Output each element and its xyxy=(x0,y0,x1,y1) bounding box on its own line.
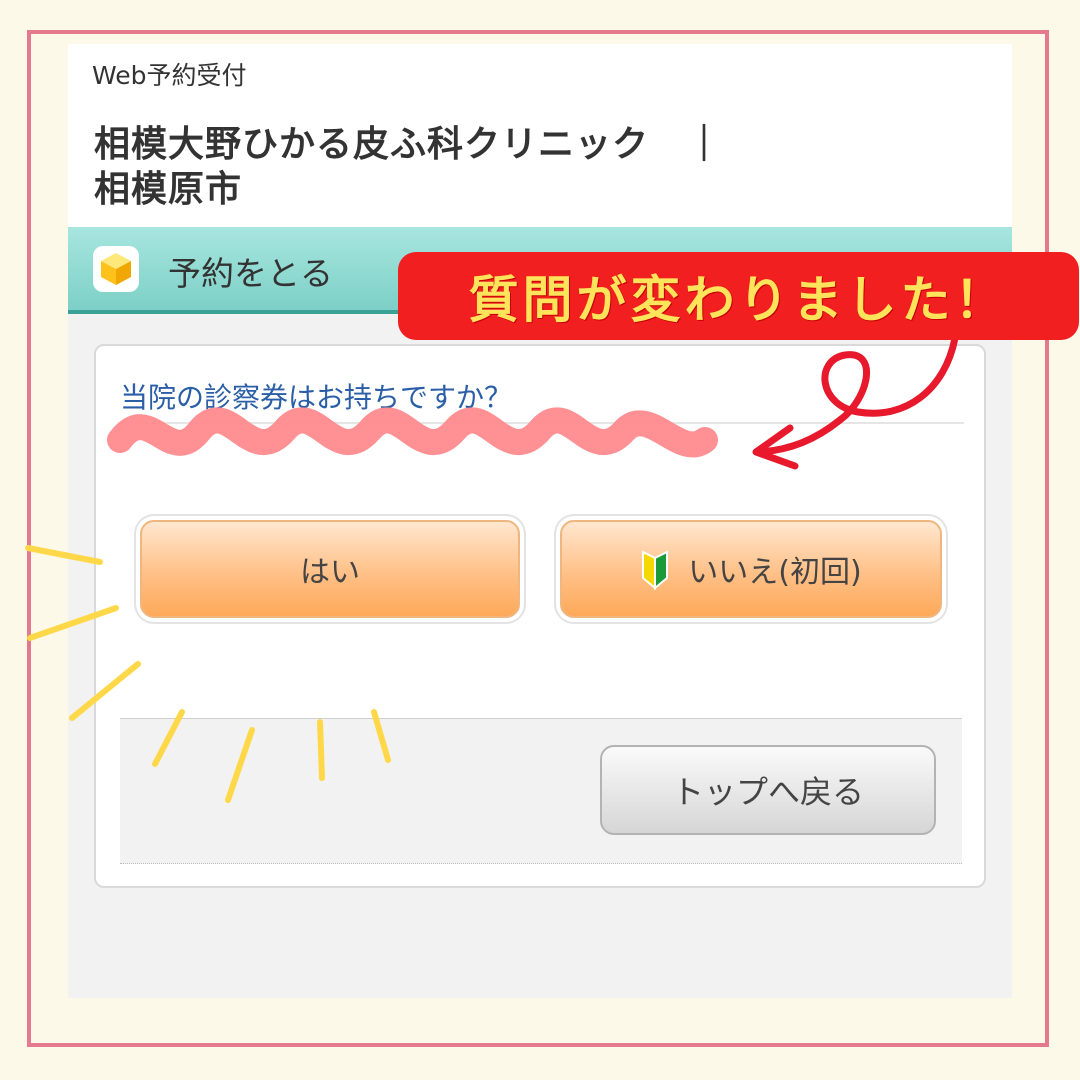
no-first-visit-button[interactable]: いいえ(初回) xyxy=(560,520,942,618)
changed-question-banner: 質問が変わりました！ xyxy=(398,252,1079,340)
cube-icon xyxy=(93,246,139,292)
clinic-name: 相模大野ひかる皮ふ科クリニック ｜相模原市 xyxy=(94,124,724,210)
page-header: Web予約受付 相模大野ひかる皮ふ科クリニック ｜相模原市 xyxy=(68,44,1012,227)
yes-button[interactable]: はい xyxy=(140,520,520,618)
back-to-top-button[interactable]: トップへ戻る xyxy=(600,745,936,835)
page-caption: Web予約受付 xyxy=(92,61,247,90)
question-divider xyxy=(120,422,964,424)
section-title: 予約をとる xyxy=(168,254,333,293)
no-button-label: いいえ(初回) xyxy=(688,555,862,590)
phone-screen: Web予約受付 相模大野ひかる皮ふ科クリニック ｜相模原市 予約をとる 当院の診… xyxy=(68,44,1012,998)
question-text: 当院の診察券はお持ちですか？ xyxy=(120,381,513,414)
back-button-label: トップへ戻る xyxy=(671,773,864,811)
beginner-mark-icon xyxy=(642,550,669,590)
yes-button-label: はい xyxy=(300,555,360,590)
question-card: 当院の診察券はお持ちですか？ はい いいえ(初回) トップへ戻る xyxy=(94,344,986,888)
card-footer: トップへ戻る xyxy=(120,718,962,864)
banner-text: 質問が変わりました！ xyxy=(468,271,1009,329)
